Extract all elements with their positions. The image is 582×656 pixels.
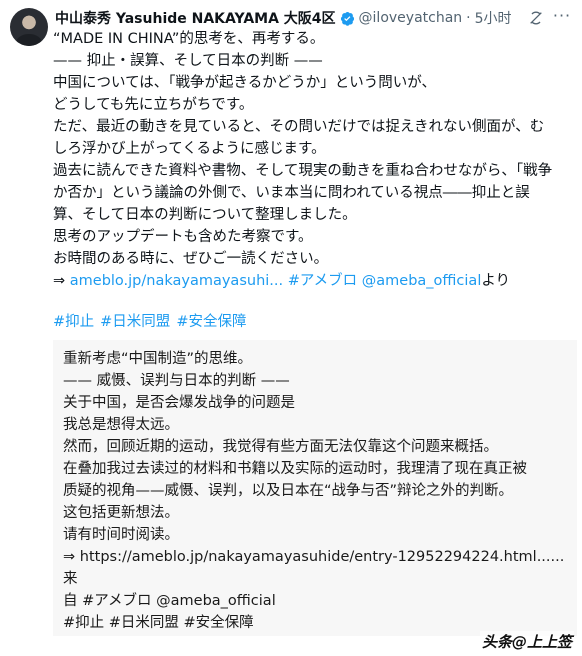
tweet-header: 中山泰秀 Yasuhide NAKAYAMA 大阪4区 @iloveyatcha… xyxy=(55,8,572,28)
hashtag-link[interactable]: #抑止 xyxy=(53,314,94,330)
translation-line: —— 威慑、误判与日本的判断 —— xyxy=(63,373,290,389)
tweet-line: —— 抑止・誤算、そして日本の判断 —— xyxy=(53,53,323,69)
avatar[interactable] xyxy=(10,8,48,46)
author-display-name[interactable]: 中山泰秀 Yasuhide NAKAYAMA 大阪4区 xyxy=(55,8,336,28)
translation-line: 我总是想得太远。 xyxy=(63,417,179,433)
tweet-line: 中国については、「戦争が起きるかどうか」という問いが、 xyxy=(53,75,436,91)
hashtag-link[interactable]: #安全保障 xyxy=(176,314,246,330)
more-options-icon[interactable]: ··· xyxy=(552,6,572,26)
translation-line: 关于中国，是否会爆发战争的问题是 xyxy=(63,395,295,411)
translation-line: 然而，回顾近期的运动，我觉得有些方面无法仅靠这个问题来概括。 xyxy=(63,439,498,455)
tweet-link-line: ⇒ ameblo.jp/nakayamayasuhi... #アメブロ @ame… xyxy=(53,270,568,292)
tweet-line: お時間のある時に、ぜひご一読ください。 xyxy=(53,251,329,267)
link-arrow: ⇒ xyxy=(53,273,70,289)
translation-line: 请有时间时阅读。 xyxy=(63,527,179,543)
tweet-line: 思考のアップデートも含めた考察です。 xyxy=(53,229,313,245)
link-suffix: より xyxy=(481,273,511,289)
watermark: 头条@上上签 xyxy=(479,631,574,652)
tweet-line: 過去に読んできた資料や書物、そして現実の動きを重ね合わせながら、「戦争 xyxy=(53,163,553,179)
post-time[interactable]: 5小时 xyxy=(475,8,512,28)
separator-dot: · xyxy=(466,10,471,26)
translation-line: 重新考虑“中国制造”的思维。 xyxy=(63,351,253,367)
translation-line: 质疑的视角——威慑、误判，以及日本在“战争与否”辩论之外的判断。 xyxy=(63,483,514,499)
ameblo-link[interactable]: ameblo.jp/nakayamayasuhi... xyxy=(70,273,283,289)
tweet-line: 算、そして日本の判断について整理しました。 xyxy=(53,207,357,223)
translation-line: 这包括更新想法。 xyxy=(63,505,179,521)
hashtag-link[interactable]: #日米同盟 xyxy=(100,314,170,330)
translation-box: 重新考虑“中国制造”的思维。 —— 威慑、误判与日本的判断 —— 关于中国，是否… xyxy=(53,340,577,636)
link-tags[interactable]: #アメブロ @ameba_official xyxy=(283,273,482,289)
translation-line: ⇒ https://ameblo.jp/nakayamayasuhide/ent… xyxy=(63,549,565,587)
tweet-text: “MADE IN CHINA”的思考を、再考する。 —— 抑止・誤算、そして日本… xyxy=(53,28,568,292)
tweet-line: “MADE IN CHINA”的思考を、再考する。 xyxy=(53,31,325,47)
grok-icon[interactable] xyxy=(528,10,544,26)
tweet-line: どうしても先に立ちがちです。 xyxy=(53,97,254,113)
tweet-line: ただ、最近の動きを見ていると、その問いだけでは捉えきれない側面が、む xyxy=(53,119,545,135)
translation-line: 在叠加我过去读过的材料和书籍以及实际的运动时，我理清了现在真正被 xyxy=(63,461,527,477)
tweet-line: しろ浮かび上がってくるように感じます。 xyxy=(53,141,326,157)
translation-line: 自 #アメブロ @ameba_official xyxy=(63,593,276,609)
verified-badge-icon xyxy=(340,11,354,26)
tweet-line: か否か」という議論の外側で、いま本当に問われている視点――抑止と誤 xyxy=(53,185,530,201)
author-handle[interactable]: @iloveyatchan xyxy=(359,10,463,26)
hashtag-row: #抑止 #日米同盟 #安全保障 xyxy=(53,310,252,331)
